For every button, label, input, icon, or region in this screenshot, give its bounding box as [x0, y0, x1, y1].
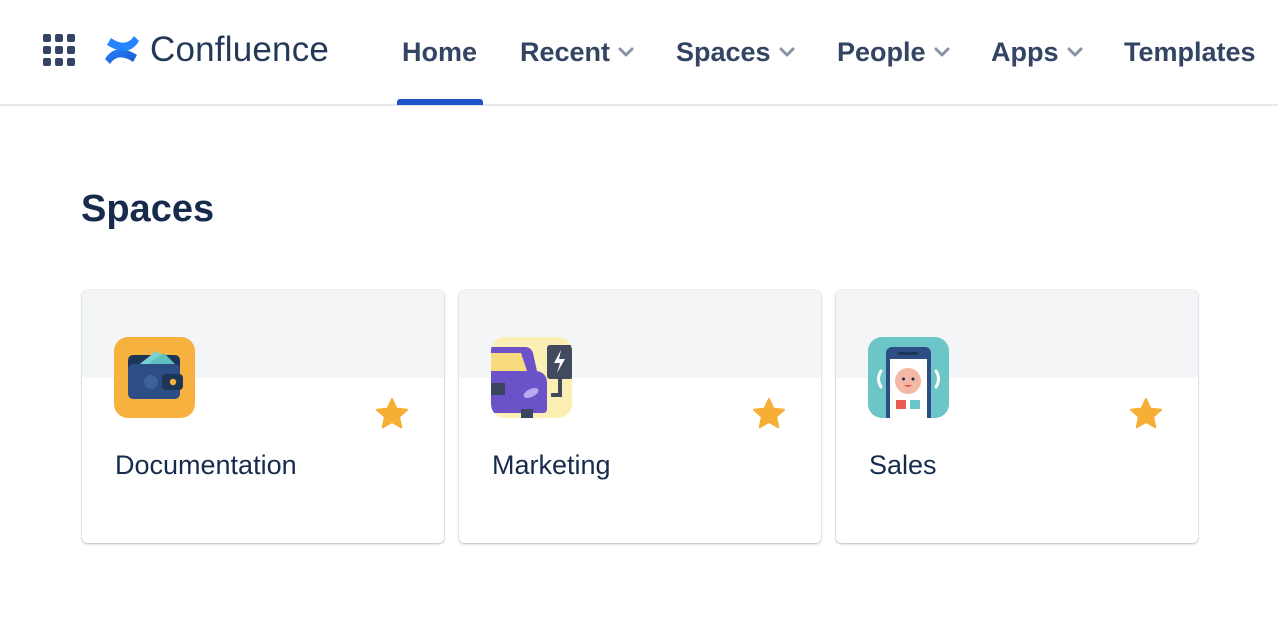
page-title: Spaces: [81, 188, 215, 230]
space-avatar: [114, 337, 195, 418]
top-navigation-bar: Confluence Home Recent Spaces People App…: [0, 0, 1278, 106]
space-name: Marketing: [492, 450, 611, 480]
space-avatar: [868, 337, 949, 418]
nav-people[interactable]: People: [837, 34, 950, 70]
star-icon[interactable]: [751, 396, 787, 432]
nav-spaces[interactable]: Spaces: [676, 34, 795, 70]
nav-label: Home: [402, 36, 478, 67]
chevron-down-icon: [779, 47, 795, 57]
active-tab-indicator: [397, 99, 483, 105]
nav-label: Spaces: [676, 36, 771, 67]
space-name: Sales: [869, 450, 937, 480]
space-card-marketing[interactable]: Marketing: [459, 290, 821, 543]
app-switcher-button[interactable]: [43, 34, 77, 68]
space-avatar: [491, 337, 572, 418]
chevron-down-icon: [618, 47, 634, 57]
logo-text: Confluence: [150, 30, 330, 69]
nav-label: Apps: [991, 36, 1059, 67]
space-name: Documentation: [115, 450, 297, 480]
star-icon[interactable]: [1128, 396, 1164, 432]
chevron-down-icon: [1067, 47, 1082, 57]
confluence-logo[interactable]: Confluence: [103, 30, 329, 70]
confluence-logo-icon: [105, 36, 139, 64]
chevron-down-icon: [934, 47, 950, 57]
nav-label: Templates: [1124, 36, 1256, 67]
wallet-icon: [114, 337, 195, 418]
nav-label: People: [837, 36, 926, 67]
star-icon[interactable]: [374, 396, 410, 432]
electric-car-icon: [491, 337, 572, 418]
space-card-sales[interactable]: Sales: [836, 290, 1198, 543]
nav-recent[interactable]: Recent: [520, 34, 634, 70]
nav-label: Recent: [520, 36, 611, 67]
space-card-documentation[interactable]: Documentation: [82, 290, 444, 543]
nav-apps[interactable]: Apps: [991, 34, 1083, 70]
phone-face-icon: [868, 337, 949, 418]
nav-templates[interactable]: Templates: [1124, 34, 1256, 70]
nav-home[interactable]: Home: [402, 34, 477, 70]
